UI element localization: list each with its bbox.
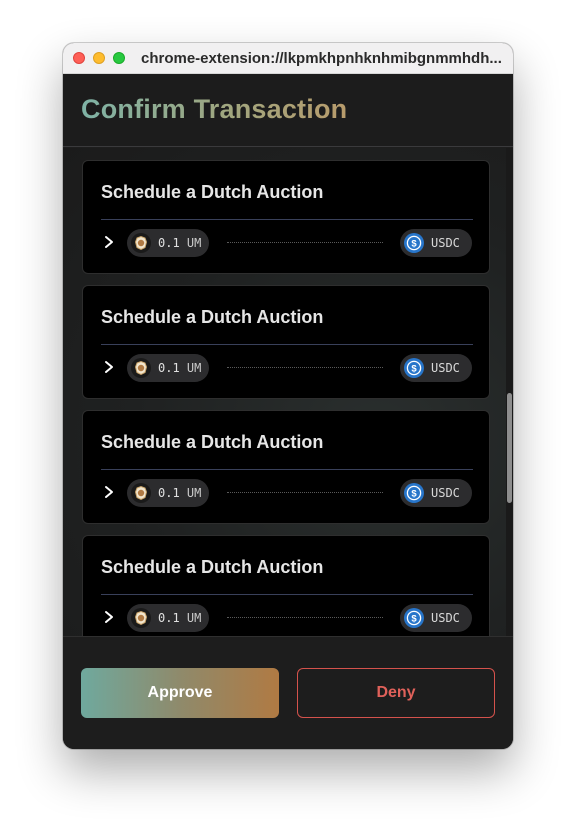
window-minimize-button[interactable] — [93, 52, 105, 64]
input-asset-symbol: UM — [186, 611, 202, 625]
action-title: Schedule a Dutch Auction — [101, 307, 324, 327]
input-asset-symbol: UM — [186, 486, 202, 500]
input-amount: 0.1 UM — [158, 611, 201, 625]
usdc-icon: $ — [404, 233, 424, 253]
page-header: Confirm Transaction — [63, 74, 513, 147]
card-divider — [101, 344, 473, 345]
input-amount: 0.1 UM — [158, 236, 201, 250]
chevron-right-icon[interactable] — [103, 485, 115, 499]
approve-button[interactable]: Approve — [81, 668, 279, 718]
window-close-button[interactable] — [73, 52, 85, 64]
chevron-right-icon[interactable] — [103, 610, 115, 624]
output-asset-pill: $ USDC — [400, 354, 472, 382]
output-asset-symbol: USDC — [431, 361, 460, 375]
usdc-icon: $ — [404, 608, 424, 628]
scrollbar-thumb[interactable] — [507, 393, 512, 503]
swap-connector — [227, 617, 383, 618]
output-asset-symbol: USDC — [431, 236, 460, 250]
action-card: Schedule a Dutch Auction 0.1 UM $ USDC — [82, 160, 490, 274]
input-asset-pill: 0.1 UM — [127, 229, 209, 257]
card-divider — [101, 219, 473, 220]
input-amount-value: 0.1 — [158, 236, 180, 250]
output-asset-pill: $ USDC — [400, 604, 472, 632]
input-asset-pill: 0.1 UM — [127, 604, 209, 632]
window-maximize-button[interactable] — [113, 52, 125, 64]
card-divider — [101, 469, 473, 470]
input-amount-value: 0.1 — [158, 611, 180, 625]
popup-content: Confirm Transaction Schedule a Dutch Auc… — [63, 74, 513, 749]
svg-text:$: $ — [411, 614, 417, 625]
window-url: chrome-extension://lkpmkhpnhknhmibgnmmhd… — [141, 50, 502, 67]
extension-popup-window: chrome-extension://lkpmkhpnhknhmibgnmmhd… — [63, 43, 513, 749]
window-titlebar: chrome-extension://lkpmkhpnhknhmibgnmmhd… — [63, 43, 513, 74]
input-amount-value: 0.1 — [158, 486, 180, 500]
action-card: Schedule a Dutch Auction 0.1 UM $ USDC — [82, 535, 490, 636]
action-title: Schedule a Dutch Auction — [101, 557, 324, 577]
input-asset-symbol: UM — [186, 236, 202, 250]
penumbra-um-icon — [131, 483, 151, 503]
penumbra-um-icon — [131, 608, 151, 628]
output-asset-pill: $ USDC — [400, 479, 472, 507]
deny-button[interactable]: Deny — [297, 668, 495, 718]
input-amount-value: 0.1 — [158, 361, 180, 375]
action-footer: Approve Deny — [63, 636, 513, 749]
action-card: Schedule a Dutch Auction 0.1 UM $ USDC — [82, 285, 490, 399]
penumbra-um-icon — [131, 233, 151, 253]
output-asset-pill: $ USDC — [400, 229, 472, 257]
swap-connector — [227, 242, 383, 243]
scrollbar-track[interactable] — [506, 148, 513, 636]
input-amount: 0.1 UM — [158, 361, 201, 375]
action-title: Schedule a Dutch Auction — [101, 432, 324, 452]
input-asset-pill: 0.1 UM — [127, 354, 209, 382]
swap-connector — [227, 367, 383, 368]
action-title: Schedule a Dutch Auction — [101, 182, 324, 202]
chevron-right-icon[interactable] — [103, 360, 115, 374]
input-asset-symbol: UM — [186, 361, 202, 375]
page-title: Confirm Transaction — [81, 94, 348, 124]
usdc-icon: $ — [404, 358, 424, 378]
swap-connector — [227, 492, 383, 493]
input-asset-pill: 0.1 UM — [127, 479, 209, 507]
svg-text:$: $ — [411, 489, 417, 500]
input-amount: 0.1 UM — [158, 486, 201, 500]
transaction-actions-list[interactable]: Schedule a Dutch Auction 0.1 UM $ USDC S… — [63, 148, 513, 636]
output-asset-symbol: USDC — [431, 486, 460, 500]
action-card: Schedule a Dutch Auction 0.1 UM $ USDC — [82, 410, 490, 524]
card-divider — [101, 594, 473, 595]
svg-text:$: $ — [411, 364, 417, 375]
svg-text:$: $ — [411, 239, 417, 250]
chevron-right-icon[interactable] — [103, 235, 115, 249]
output-asset-symbol: USDC — [431, 611, 460, 625]
penumbra-um-icon — [131, 358, 151, 378]
usdc-icon: $ — [404, 483, 424, 503]
